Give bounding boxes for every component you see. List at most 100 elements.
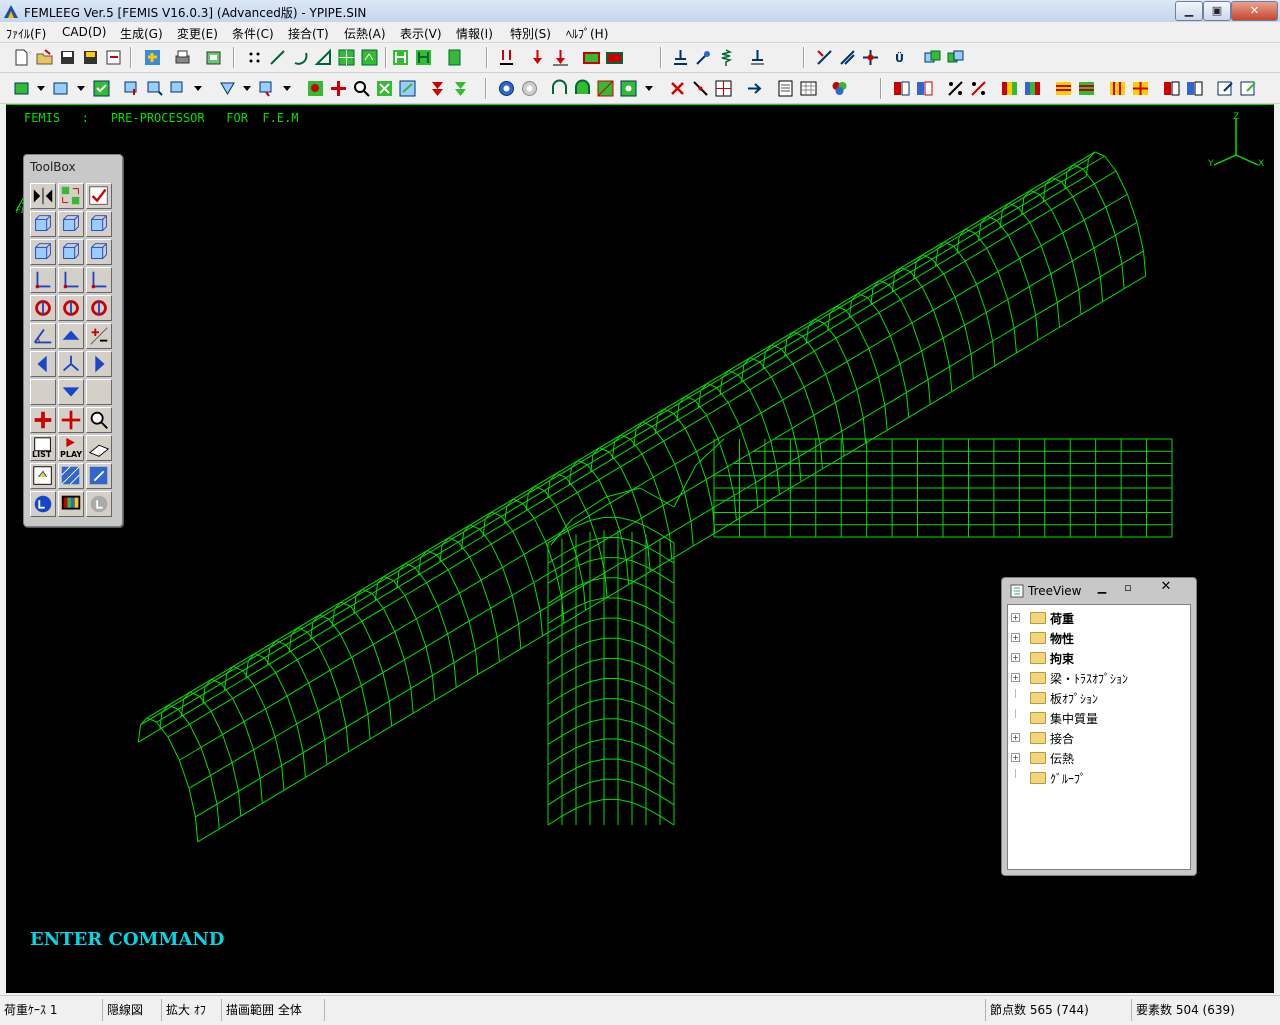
check-tool-icon[interactable] xyxy=(86,183,112,209)
list-tool-icon[interactable]: LIST xyxy=(30,435,56,461)
select-node-dropdown[interactable] xyxy=(37,86,45,91)
axis-yx-icon[interactable] xyxy=(30,267,56,293)
split-icon[interactable] xyxy=(946,79,965,98)
circle-element-icon[interactable] xyxy=(520,79,539,98)
print-icon[interactable] xyxy=(173,48,192,67)
divide-face-icon[interactable] xyxy=(714,79,733,98)
command-area[interactable]: ENTER COMMAND xyxy=(6,921,1274,993)
material-icon[interactable] xyxy=(582,48,601,67)
scale-icon[interactable] xyxy=(168,79,187,98)
contour-fill-icon[interactable] xyxy=(1023,79,1042,98)
menu-cad[interactable]: CAD(D) xyxy=(62,25,106,39)
expand-icon[interactable]: + xyxy=(1011,733,1020,742)
move-icon[interactable] xyxy=(122,79,141,98)
menu-join[interactable]: 接合(T) xyxy=(288,25,329,42)
expand-icon[interactable]: + xyxy=(1011,613,1020,622)
tree-item[interactable]: + 接合 xyxy=(1008,729,1188,747)
axis-center-icon[interactable] xyxy=(58,351,84,377)
join-icon[interactable] xyxy=(969,79,988,98)
delete-node-icon[interactable] xyxy=(218,79,237,98)
treeview-close-button[interactable]: ✕ xyxy=(1148,579,1184,596)
truss-icon[interactable] xyxy=(915,79,934,98)
tree-item[interactable]: 集中質量 xyxy=(1008,709,1188,727)
palette-icon[interactable] xyxy=(58,491,84,517)
arrow-down-icon[interactable] xyxy=(58,379,84,405)
tree-item[interactable]: 板ｵﾌﾟｼｮﾝ xyxy=(1008,689,1188,707)
merge-icon[interactable] xyxy=(861,48,880,67)
color-icon[interactable] xyxy=(830,79,849,98)
close-button[interactable]: ✕ xyxy=(1231,1,1278,21)
export-icon[interactable] xyxy=(104,48,123,67)
support-icon[interactable] xyxy=(748,48,767,67)
save-icon[interactable] xyxy=(58,48,77,67)
cube-solid-icon[interactable] xyxy=(86,211,112,237)
section-icon[interactable] xyxy=(1162,79,1181,98)
solid-mesh-icon[interactable] xyxy=(596,79,615,98)
pressure-icon[interactable] xyxy=(551,48,570,67)
arrow-up-icon[interactable] xyxy=(58,323,84,349)
axis-zy-icon[interactable] xyxy=(86,267,112,293)
circle-node-icon[interactable] xyxy=(497,79,516,98)
delete-element-icon[interactable] xyxy=(257,79,276,98)
menu-file[interactable]: ﾌｧｲﾙ(F) xyxy=(6,25,46,42)
view-down-icon[interactable] xyxy=(428,79,447,98)
zoom-icon[interactable] xyxy=(352,79,371,98)
mirror-tool-icon[interactable] xyxy=(30,183,56,209)
list-icon[interactable] xyxy=(776,79,795,98)
displacement-icon[interactable] xyxy=(1108,79,1127,98)
select-node-icon[interactable] xyxy=(12,79,31,98)
menu-info[interactable]: 情報(I) xyxy=(456,25,493,42)
save-as-icon[interactable] xyxy=(81,48,100,67)
strain-icon[interactable] xyxy=(1077,79,1096,98)
redraw-icon[interactable] xyxy=(398,79,417,98)
eraser-icon[interactable] xyxy=(86,435,112,461)
rotate-y-icon[interactable] xyxy=(86,295,112,321)
solid-icon[interactable] xyxy=(445,48,464,67)
check-all-icon[interactable] xyxy=(838,48,857,67)
check-icon[interactable] xyxy=(815,48,834,67)
stress-icon[interactable] xyxy=(1054,79,1073,98)
cube-shade-icon[interactable] xyxy=(58,239,84,265)
new-file-icon[interactable] xyxy=(12,48,31,67)
menu-heat[interactable]: 伝熱(A) xyxy=(344,25,386,42)
rotate-free-icon[interactable] xyxy=(30,407,56,433)
spring-icon[interactable] xyxy=(717,48,736,67)
pick-icon[interactable] xyxy=(30,463,56,489)
menu-view[interactable]: 表示(V) xyxy=(400,25,442,42)
mesh-icon[interactable] xyxy=(360,48,379,67)
sweep-icon[interactable] xyxy=(414,48,433,67)
triangle-icon[interactable] xyxy=(314,48,333,67)
import-icon[interactable] xyxy=(143,48,162,67)
force-icon[interactable] xyxy=(528,48,547,67)
mirror-icon[interactable] xyxy=(946,48,965,67)
rotate-icon[interactable] xyxy=(145,79,164,98)
menu-help[interactable]: ﾍﾙﾌﾟ(H) xyxy=(566,25,608,42)
pin-icon[interactable] xyxy=(694,48,713,67)
cube-side-icon[interactable] xyxy=(58,211,84,237)
redo-icon[interactable] xyxy=(86,491,112,517)
cube-wire-icon[interactable] xyxy=(30,239,56,265)
rotate-z-icon[interactable] xyxy=(58,295,84,321)
import-result-icon[interactable] xyxy=(1239,79,1258,98)
section-view-icon[interactable] xyxy=(1185,79,1204,98)
pen-icon[interactable] xyxy=(86,463,112,489)
angle-icon[interactable] xyxy=(30,323,56,349)
auto-mesh-icon[interactable] xyxy=(619,79,638,98)
zoom-free-icon[interactable] xyxy=(86,407,112,433)
maximize-button[interactable]: ▣ xyxy=(1203,1,1231,21)
expand-icon[interactable]: + xyxy=(1011,633,1020,642)
copy-icon[interactable] xyxy=(923,48,942,67)
arc-icon[interactable] xyxy=(291,48,310,67)
shell-mesh-icon[interactable] xyxy=(573,79,592,98)
expand-icon[interactable]: + xyxy=(1011,653,1020,662)
menu-condition[interactable]: 条件(C) xyxy=(232,25,274,42)
point-icon[interactable] xyxy=(245,48,264,67)
table-icon[interactable] xyxy=(799,79,818,98)
tree-item[interactable]: + 荷重 xyxy=(1008,609,1188,627)
play-tool-icon[interactable]: PLAY xyxy=(58,435,84,461)
treeview-maximize-button[interactable]: ▫ xyxy=(1118,581,1138,596)
fit-icon[interactable] xyxy=(375,79,394,98)
arrow-right-icon[interactable] xyxy=(86,351,112,377)
tree-item[interactable]: + 拘束 xyxy=(1008,649,1188,667)
minimize-button[interactable]: ▁ xyxy=(1175,1,1203,21)
